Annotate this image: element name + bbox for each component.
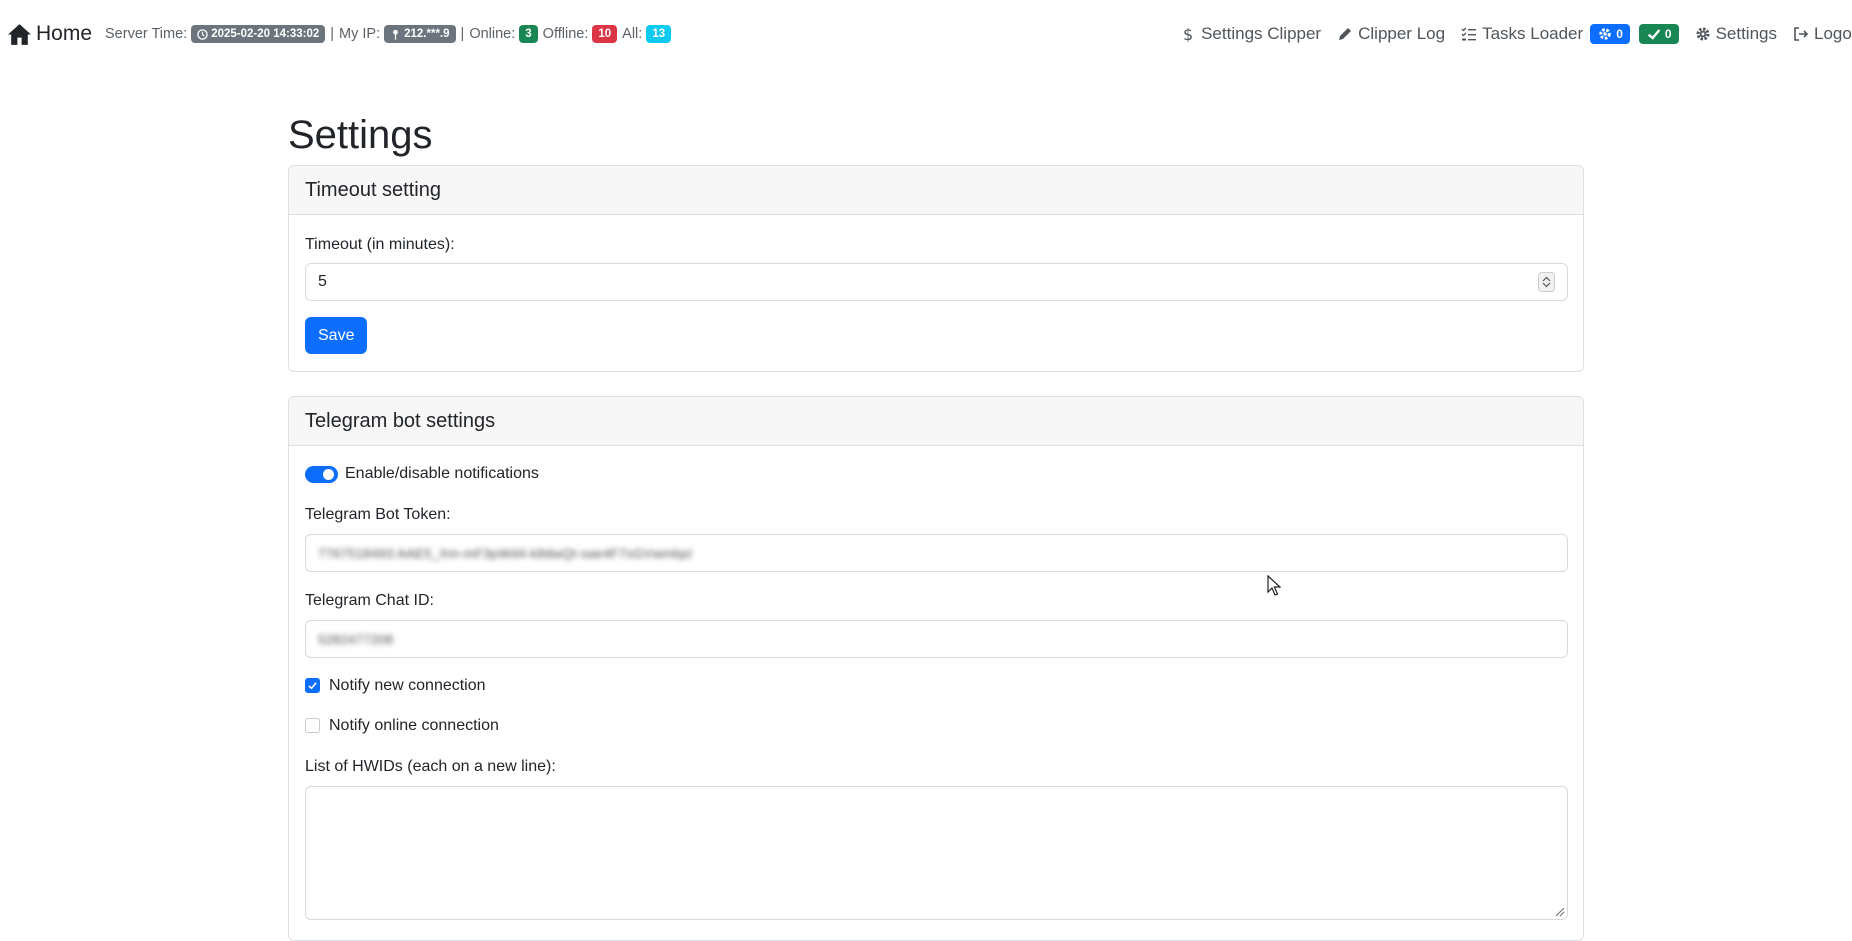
- chat-id-input[interactable]: 5282477208: [305, 620, 1568, 658]
- telegram-card-header: Telegram bot settings: [289, 397, 1583, 446]
- dollar-icon: $: [1183, 26, 1193, 42]
- nav-settings[interactable]: Settings: [1695, 24, 1777, 44]
- top-navbar: Home Server Time: 2025-02-20 14:33:02 | …: [0, 0, 1852, 68]
- home-link-label: Home: [36, 22, 93, 45]
- online-label: Online:: [469, 26, 516, 42]
- all-label: All:: [622, 26, 643, 42]
- gear-icon: [1696, 27, 1710, 41]
- timeout-label: Timeout (in minutes):: [305, 236, 455, 253]
- online-count-badge: 3: [519, 25, 538, 43]
- notify-online-checkbox[interactable]: [305, 718, 320, 733]
- check-icon: [308, 682, 317, 690]
- nav-tasks-loader[interactable]: Tasks Loader 0 0: [1461, 24, 1679, 44]
- chat-id-label: Telegram Chat ID:: [305, 592, 434, 609]
- chat-id-value: 5282477208: [318, 631, 394, 647]
- mouse-cursor-icon: [1267, 575, 1281, 596]
- nav-logout[interactable]: Logout: [1793, 24, 1852, 44]
- my-ip-badge: 212.***.9: [384, 25, 456, 43]
- nav-tasks-loader-label: Tasks Loader: [1482, 24, 1584, 43]
- my-ip-value: 212.***.9: [404, 28, 450, 40]
- clock-icon: [197, 28, 208, 40]
- save-button[interactable]: Save: [305, 317, 368, 354]
- separator: |: [330, 26, 335, 42]
- nav-clipper-log-label: Clipper Log: [1358, 24, 1446, 43]
- hwids-label: List of HWIDs (each on a new line):: [305, 758, 556, 775]
- tasks-running-count: 0: [1616, 27, 1623, 41]
- server-status-bar: Server Time: 2025-02-20 14:33:02 | My IP…: [105, 24, 672, 44]
- logout-icon: [1794, 27, 1809, 41]
- bot-token-value: 7767518493:AAE5_Xm-mF3pWd4-k8dwQt-sae4F7…: [318, 545, 693, 561]
- pencil-icon: [1339, 28, 1352, 40]
- hwids-textarea[interactable]: [305, 786, 1568, 920]
- home-link[interactable]: Home: [7, 22, 92, 46]
- nav-logout-label: Logout: [1814, 24, 1852, 43]
- notifications-toggle[interactable]: [305, 466, 338, 483]
- notify-new-checkbox[interactable]: [305, 678, 320, 693]
- separator: |: [460, 26, 465, 42]
- nav-settings-label: Settings: [1715, 24, 1777, 43]
- timeout-input-value: 5: [318, 273, 327, 290]
- check-icon: [1647, 29, 1661, 40]
- page-title: Settings: [288, 113, 433, 157]
- notifications-toggle-label: Enable/disable notifications: [345, 465, 539, 482]
- telegram-card: Telegram bot settings Enable/disable not…: [288, 396, 1584, 941]
- nav-links: $ Settings Clipper Clipper Log Tasks Loa…: [1164, 22, 1852, 46]
- tasks-running-badge: 0: [1590, 24, 1630, 44]
- chevron-down-icon: [1542, 282, 1551, 288]
- nav-settings-clipper[interactable]: $ Settings Clipper: [1180, 24, 1321, 44]
- server-time-label: Server Time:: [105, 26, 188, 42]
- toggle-knob: [323, 469, 334, 480]
- tasks-done-count: 0: [1664, 27, 1672, 41]
- timeout-card-header: Timeout setting: [289, 166, 1583, 215]
- nav-settings-clipper-label: Settings Clipper: [1201, 24, 1322, 43]
- timeout-input[interactable]: 5: [305, 263, 1568, 301]
- resize-handle-icon[interactable]: [1553, 905, 1565, 917]
- server-time-badge: 2025-02-20 14:33:02: [191, 25, 326, 43]
- gear-icon: [1599, 28, 1611, 40]
- offline-label: Offline:: [542, 26, 589, 42]
- home-icon: [8, 23, 31, 45]
- notify-new-label: Notify new connection: [329, 677, 486, 694]
- timeout-stepper[interactable]: [1538, 272, 1555, 292]
- bot-token-label: Telegram Bot Token:: [305, 506, 451, 523]
- list-check-icon: [1461, 27, 1477, 41]
- svg-text:$: $: [1183, 26, 1193, 42]
- server-time-value: 2025-02-20 14:33:02: [211, 28, 320, 40]
- offline-count-badge: 10: [592, 25, 618, 43]
- tasks-done-badge: 0: [1638, 24, 1679, 44]
- nav-clipper-log[interactable]: Clipper Log: [1337, 24, 1445, 44]
- my-ip-label: My IP:: [339, 26, 381, 42]
- notify-online-label: Notify online connection: [329, 717, 499, 734]
- pin-icon: [393, 29, 399, 40]
- timeout-card: Timeout setting Timeout (in minutes): 5 …: [288, 165, 1584, 372]
- all-count-badge: 13: [646, 25, 672, 43]
- bot-token-input[interactable]: 7767518493:AAE5_Xm-mF3pWd4-k8dwQt-sae4F7…: [305, 534, 1568, 572]
